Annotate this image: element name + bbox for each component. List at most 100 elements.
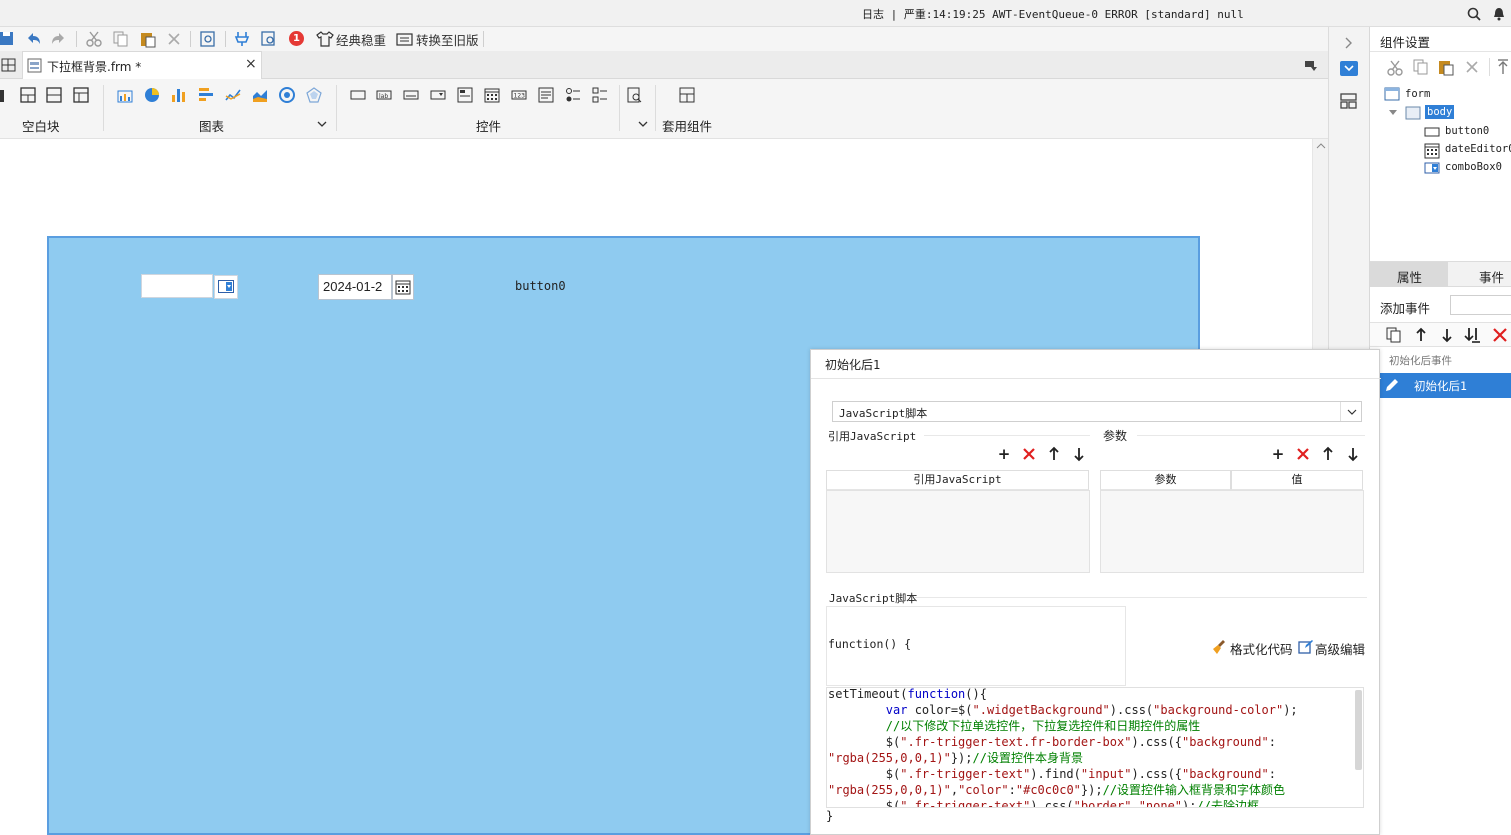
tree-node-combobox0[interactable]: comboBox0 xyxy=(1445,161,1502,173)
paste-icon[interactable] xyxy=(1437,58,1455,76)
delete-param-icon[interactable] xyxy=(1296,447,1310,461)
code-scrollbar-thumb[interactable] xyxy=(1355,690,1362,770)
block-icon[interactable] xyxy=(0,87,12,103)
tree-node-form[interactable]: form xyxy=(1405,88,1430,100)
tree-collapse-icon[interactable] xyxy=(1388,109,1398,117)
grid-view-icon[interactable] xyxy=(1,57,17,73)
widget-label-icon[interactable] xyxy=(350,87,366,103)
widget-textbox-icon[interactable] xyxy=(403,87,419,103)
add-ref-js-icon[interactable]: + xyxy=(996,445,1012,463)
add-event-select[interactable] xyxy=(1450,295,1511,315)
script-type-select[interactable]: JavaScript脚本 xyxy=(832,401,1362,422)
layout-split-h-icon[interactable] xyxy=(20,87,36,103)
undo-icon[interactable] xyxy=(24,29,42,49)
widget-search-icon[interactable] xyxy=(627,87,643,103)
code-editor[interactable]: setTimeout(function(){ var color=$(".wid… xyxy=(826,687,1364,808)
chevron-down-icon[interactable] xyxy=(638,121,648,129)
widget-radio-icon[interactable] xyxy=(565,87,581,103)
move-top-icon[interactable] xyxy=(1496,58,1510,76)
search-icon[interactable] xyxy=(1467,7,1481,21)
button-widget[interactable]: button0 xyxy=(515,279,566,293)
classic-theme-button[interactable]: 经典稳重 xyxy=(336,29,386,49)
inspect-icon[interactable] xyxy=(260,29,278,49)
date-input[interactable]: 2024-01-2 xyxy=(323,279,382,294)
widget-combobox-icon[interactable] xyxy=(430,87,446,103)
paste-icon[interactable] xyxy=(139,29,157,49)
tab-events[interactable]: 事件 xyxy=(1479,267,1504,286)
redo-icon[interactable] xyxy=(50,29,68,49)
chart-radar-icon[interactable] xyxy=(306,87,322,103)
scroll-up-icon[interactable] xyxy=(1316,143,1326,149)
widget-number-icon[interactable]: 123 xyxy=(511,87,527,103)
tree-node-body[interactable]: body xyxy=(1425,105,1455,119)
widget-textarea-icon[interactable] xyxy=(538,87,554,103)
date-trigger[interactable] xyxy=(392,274,414,300)
broom-icon[interactable] xyxy=(1211,639,1227,655)
copy-event-icon[interactable] xyxy=(1386,327,1402,343)
notification-badge[interactable]: 1 xyxy=(289,31,304,46)
switch-old-version-button[interactable]: 转换至旧版 xyxy=(416,29,479,49)
tab-menu-icon[interactable] xyxy=(1303,58,1319,72)
chart-combo-icon[interactable] xyxy=(117,87,133,103)
event-item-selected[interactable]: 初始化后1 xyxy=(1380,373,1511,398)
add-param-icon[interactable]: + xyxy=(1270,445,1286,463)
advanced-edit-button[interactable]: 高级编辑 xyxy=(1315,639,1365,658)
code-line-8: $(".fr-trigger-text").css("border","none… xyxy=(828,799,1259,808)
move-down-icon[interactable] xyxy=(1440,327,1454,343)
param-down-icon[interactable] xyxy=(1347,446,1359,462)
shirt-icon[interactable] xyxy=(316,29,334,49)
script-type-trigger[interactable] xyxy=(1340,402,1362,421)
delete-icon[interactable] xyxy=(1465,60,1479,74)
move-bottom-icon[interactable] xyxy=(1464,327,1482,343)
delete-ref-js-icon[interactable] xyxy=(1022,447,1036,461)
cut-icon[interactable] xyxy=(1386,58,1404,76)
tree-node-button0[interactable]: button0 xyxy=(1445,125,1489,137)
bell-icon[interactable] xyxy=(1492,7,1506,21)
combo-trigger[interactable] xyxy=(214,275,238,299)
chart-hbar-icon[interactable] xyxy=(198,87,214,103)
tab-file[interactable]: 下拉框背景.frm * × xyxy=(22,51,262,79)
layout-split-v-icon[interactable] xyxy=(46,87,62,103)
delete-icon[interactable] xyxy=(166,29,182,49)
widget-date-icon[interactable] xyxy=(484,87,500,103)
tab-close-icon[interactable]: × xyxy=(245,56,257,72)
widget-textlabel-icon[interactable]: lab xyxy=(376,87,392,103)
date-editor-widget[interactable]: 2024-01-2 xyxy=(318,274,392,300)
switch-icon[interactable] xyxy=(396,29,414,49)
plugin-icon[interactable] xyxy=(233,29,251,49)
chevron-down-icon[interactable] xyxy=(317,121,327,129)
layout-panel-icon[interactable] xyxy=(1340,93,1358,109)
copy-icon[interactable] xyxy=(112,29,130,49)
copy-icon[interactable] xyxy=(1412,58,1430,76)
layout-grid-icon[interactable] xyxy=(73,87,89,103)
params-table[interactable] xyxy=(1100,490,1364,573)
widget-listbox-icon[interactable] xyxy=(457,87,473,103)
component-settings-toggle[interactable] xyxy=(1340,61,1358,76)
ref-js-table[interactable] xyxy=(826,490,1090,573)
palette-group-templates[interactable]: 套用组件 xyxy=(662,116,712,135)
widget-checkbox-icon[interactable] xyxy=(592,87,608,103)
tab-properties[interactable]: 属性 xyxy=(1370,262,1448,287)
chart-pie-icon[interactable] xyxy=(144,87,160,103)
delete-event-icon[interactable] xyxy=(1492,327,1508,343)
move-up-icon[interactable] xyxy=(1414,327,1428,343)
save-icon[interactable] xyxy=(0,29,14,49)
chart-gauge-icon[interactable] xyxy=(279,87,295,103)
tree-node-dateeditor0[interactable]: dateEditor0 xyxy=(1445,143,1511,155)
ref-js-down-icon[interactable] xyxy=(1073,446,1085,462)
template-component-icon[interactable] xyxy=(679,87,695,103)
ref-js-up-icon[interactable] xyxy=(1048,446,1060,462)
palette-group-controls[interactable]: 控件 xyxy=(476,116,501,135)
format-code-button[interactable]: 格式化代码 xyxy=(1230,639,1293,658)
chart-area-icon[interactable] xyxy=(252,87,268,103)
chart-line-icon[interactable] xyxy=(225,87,241,103)
edit-code-icon[interactable] xyxy=(1298,639,1314,655)
chart-bar-icon[interactable] xyxy=(171,87,187,103)
palette-group-chart[interactable]: 图表 xyxy=(199,116,224,135)
palette-group-blank[interactable]: 空白块 xyxy=(22,116,60,135)
combo-box-widget[interactable] xyxy=(141,274,238,299)
param-up-icon[interactable] xyxy=(1322,446,1334,462)
expand-arrow-icon[interactable] xyxy=(1343,37,1353,49)
cut-icon[interactable] xyxy=(85,29,103,49)
preview-icon[interactable] xyxy=(199,29,217,49)
